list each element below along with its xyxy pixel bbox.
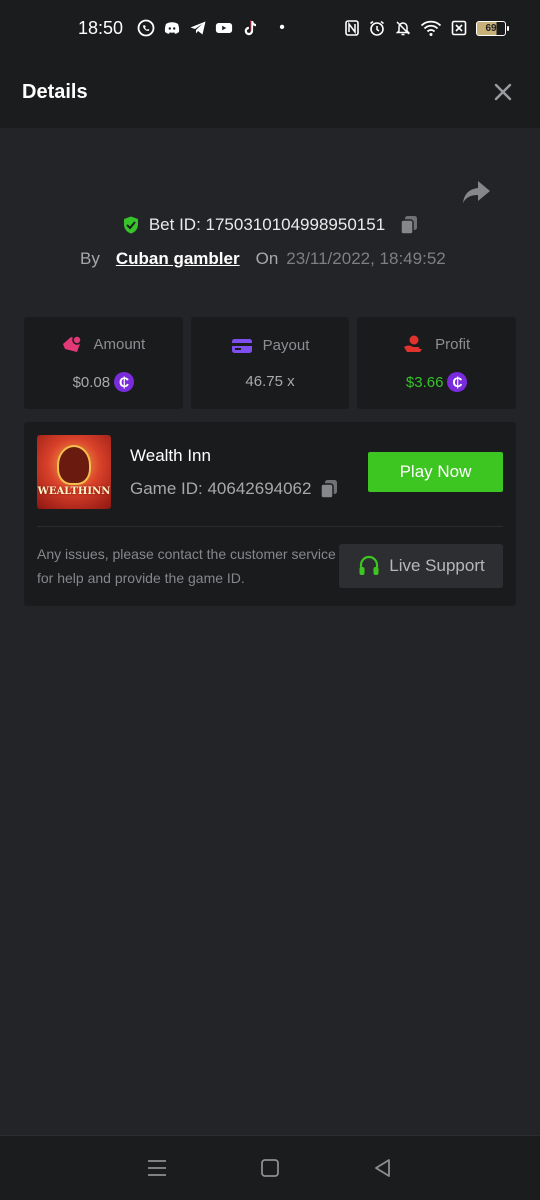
page-title: Details: [22, 80, 88, 103]
telegram-icon: [189, 19, 207, 37]
game-card: WEALTHINN Wealth Inn Game ID: 4064269406…: [24, 422, 516, 606]
payout-card-icon: [231, 338, 252, 353]
play-now-button[interactable]: Play Now: [368, 452, 503, 492]
stat-label: Profit: [435, 335, 471, 353]
system-icons: 69: [344, 19, 509, 37]
copy-game-id-button[interactable]: [319, 478, 339, 500]
status-bar: 18:50 • 69: [0, 0, 540, 56]
coin-icon: ₵: [114, 372, 135, 392]
stat-payout: Payout 46.75 x: [190, 317, 350, 409]
stat-value: $0.08: [72, 373, 111, 391]
copy-icon: [400, 216, 418, 235]
user-link[interactable]: Cuban gambler: [116, 249, 240, 269]
game-logo-text: WEALTHINN: [37, 486, 111, 497]
battery-icon: 69: [476, 20, 509, 36]
alarm-icon: [368, 19, 386, 37]
system-nav-bar: [0, 1135, 540, 1200]
close-button[interactable]: [488, 77, 518, 107]
details-header: Details: [0, 56, 540, 128]
notification-dot: •: [279, 19, 285, 36]
menu-icon: [147, 1160, 166, 1176]
copy-icon: [320, 480, 338, 499]
stat-label: Amount: [93, 335, 146, 353]
whatsapp-icon: [137, 19, 155, 37]
status-time: 18:50: [78, 17, 124, 38]
verified-shield-icon: [123, 216, 138, 234]
stat-value: $3.66: [405, 373, 444, 391]
bet-id-row: Bet ID: 1750310104998950151: [0, 214, 540, 236]
bet-datetime: 23/11/2022, 18:49:52: [286, 249, 446, 268]
game-name: Wealth Inn: [130, 446, 211, 465]
bet-id: Bet ID: 1750310104998950151: [148, 215, 386, 234]
notification-icons: •: [137, 19, 287, 37]
live-support-label: Live Support: [389, 556, 485, 575]
copy-bet-id-button[interactable]: [399, 214, 419, 236]
wifi-icon: [420, 19, 442, 37]
nfc-icon: [344, 19, 360, 37]
on-label: On: [255, 249, 279, 268]
headset-icon: [359, 555, 379, 575]
bet-stats: Amount $0.08 ₵ Payout 46.75 x Profit $3.…: [24, 317, 517, 409]
by-label: By: [80, 249, 100, 268]
youtube-icon: [215, 19, 233, 37]
home-square-icon: [261, 1159, 279, 1177]
support-info-text: Any issues, please contact the customer …: [37, 546, 336, 586]
live-support-button[interactable]: Live Support: [339, 544, 503, 588]
stat-profit: Profit $3.66 ₵: [357, 317, 517, 409]
share-button[interactable]: [460, 178, 494, 208]
game-art: [57, 445, 91, 485]
home-button[interactable]: [255, 1153, 285, 1183]
discord-icon: [163, 19, 181, 37]
amount-icon: [63, 335, 83, 352]
divider: [37, 526, 503, 527]
sim-off-icon: [450, 19, 468, 37]
coin-icon: ₵: [447, 372, 468, 392]
back-triangle-icon: [375, 1159, 391, 1177]
game-thumbnail[interactable]: WEALTHINN: [37, 435, 111, 509]
profit-icon: [404, 335, 423, 352]
stat-value: 46.75 x: [245, 372, 295, 390]
game-id: Game ID: 40642694062: [130, 479, 312, 498]
close-icon: [494, 83, 512, 101]
recents-button[interactable]: [142, 1153, 172, 1183]
stat-label: Payout: [262, 337, 310, 354]
stat-amount: Amount $0.08 ₵: [24, 317, 183, 409]
bet-author-row: By Cuban gambler On 23/11/2022, 18:49:52: [80, 249, 446, 269]
tiktok-icon: [241, 19, 259, 37]
game-id-row: Game ID: 40642694062: [130, 478, 339, 500]
share-icon: [463, 181, 490, 203]
mute-bell-icon: [394, 19, 412, 37]
back-button[interactable]: [368, 1153, 398, 1183]
